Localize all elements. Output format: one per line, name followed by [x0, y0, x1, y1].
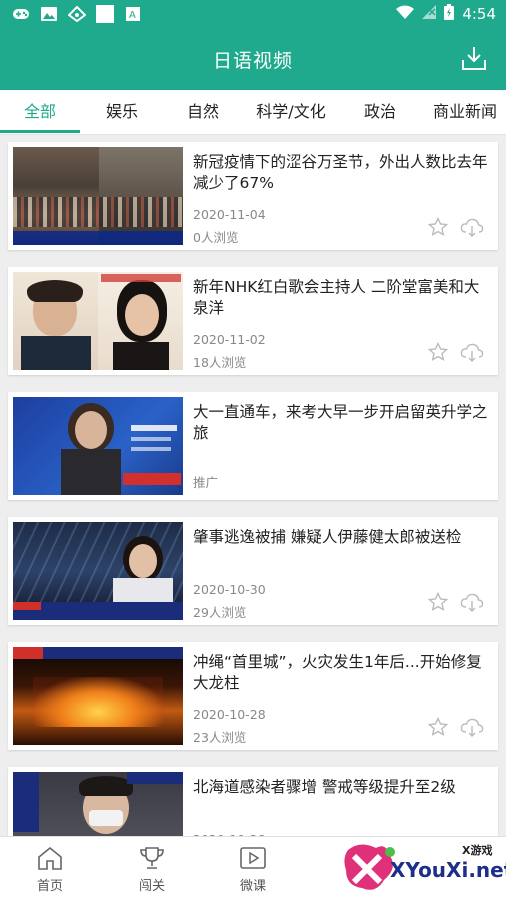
vpn-icon: [68, 6, 86, 22]
promo-title: 大一直通车，来考大早一步开启留英升学之旅: [193, 403, 488, 442]
video-title: 北海道感染者骤增 警戒等级提升至2级: [193, 778, 456, 796]
video-date: 2020-10-28: [193, 707, 266, 722]
video-date: 2020-10-30: [193, 582, 266, 597]
watermark-text: XYouXi.net: [390, 858, 506, 882]
cloud-download-icon[interactable]: [460, 591, 484, 613]
no-signal-icon: [422, 5, 437, 23]
tab-all[interactable]: 全部: [0, 90, 80, 134]
promo-thumbnail: [13, 397, 183, 495]
app-header: 日语视频: [0, 28, 506, 90]
video-thumbnail: [13, 147, 183, 245]
video-thumbnail: [13, 647, 183, 745]
nav-home-label: 首页: [36, 879, 63, 894]
font-a-icon: A: [124, 6, 142, 22]
nav-microcourse-label: 微课: [239, 879, 266, 894]
video-card[interactable]: 冲绳“首里城”，火灾发生1年后...开始修复大龙柱 2020-10-28 23人…: [8, 642, 498, 750]
cloud-download-icon[interactable]: [460, 216, 484, 238]
video-views: 18人浏览: [193, 355, 247, 370]
video-card[interactable]: 新冠疫情下的涩谷万圣节，外出人数比去年减少了67% 2020-11-04 0人浏…: [8, 142, 498, 250]
video-views: 0人浏览: [193, 230, 239, 245]
nav-challenge[interactable]: 闯关: [117, 845, 187, 894]
video-title: 新年NHK红白歌会主持人 二阶堂富美和大泉洋: [193, 278, 480, 317]
play-icon: [240, 847, 266, 869]
video-title: 新冠疫情下的涩谷万圣节，外出人数比去年减少了67%: [193, 153, 488, 192]
download-button[interactable]: [460, 44, 488, 72]
video-card[interactable]: 新年NHK红白歌会主持人 二阶堂富美和大泉洋 2020-11-02 18人浏览: [8, 267, 498, 375]
nav-home[interactable]: 首页: [15, 845, 85, 894]
favorite-star-icon[interactable]: [428, 217, 448, 237]
page-title: 日语视频: [212, 50, 293, 72]
category-tabs: 全部 娱乐 自然 科学/文化 政治 商业新闻: [0, 90, 506, 135]
video-thumbnail: [13, 772, 183, 836]
promo-label: 推广: [193, 475, 219, 490]
video-card[interactable]: 北海道感染者骤增 警戒等级提升至2级 2020-10-28: [8, 767, 498, 836]
promo-card[interactable]: 大一直通车，来考大早一步开启留英升学之旅 推广: [8, 392, 498, 500]
status-bar: A 4:54: [0, 0, 506, 28]
svg-text:A: A: [129, 10, 136, 21]
video-date: 2020-11-04: [193, 207, 266, 222]
video-thumbnail: [13, 272, 183, 370]
image-icon: [40, 6, 58, 22]
video-views: 29人浏览: [193, 605, 247, 620]
video-title: 肇事逃逸被捕 嫌疑人伊藤健太郎被送检: [193, 528, 462, 546]
video-title: 冲绳“首里城”，火灾发生1年后...开始修复大龙柱: [193, 653, 482, 692]
notification-square-icon: [96, 5, 114, 23]
gamepad-icon: [12, 6, 30, 22]
nav-challenge-label: 闯关: [138, 879, 165, 894]
battery-icon: [444, 4, 455, 24]
video-thumbnail: [13, 522, 183, 620]
favorite-star-icon[interactable]: [428, 342, 448, 362]
active-tab-indicator: [0, 130, 80, 133]
video-list: 新冠疫情下的涩谷万圣节，外出人数比去年减少了67% 2020-11-04 0人浏…: [0, 134, 506, 836]
tab-entertainment[interactable]: 娱乐: [82, 90, 162, 134]
video-views: 23人浏览: [193, 730, 247, 745]
home-icon: [38, 846, 62, 870]
trophy-icon: [140, 847, 164, 869]
tab-business-news[interactable]: 商业新闻: [424, 90, 506, 134]
wifi-icon: [396, 5, 415, 23]
video-card[interactable]: 肇事逃逸被捕 嫌疑人伊藤健太郎被送检 2020-10-30 29人浏览: [8, 517, 498, 625]
cloud-download-icon[interactable]: [460, 716, 484, 738]
tab-nature[interactable]: 自然: [163, 90, 243, 134]
watermark-small-text: X游戏: [462, 844, 493, 857]
tab-science-culture[interactable]: 科学/文化: [246, 90, 336, 134]
favorite-star-icon[interactable]: [428, 717, 448, 737]
download-icon: [462, 47, 486, 70]
video-date: 2020-11-02: [193, 332, 266, 347]
favorite-star-icon[interactable]: [428, 592, 448, 612]
cloud-download-icon[interactable]: [460, 341, 484, 363]
status-time: 4:54: [462, 5, 496, 23]
tab-politics[interactable]: 政治: [340, 90, 420, 134]
nav-microcourse[interactable]: 微课: [218, 845, 288, 894]
